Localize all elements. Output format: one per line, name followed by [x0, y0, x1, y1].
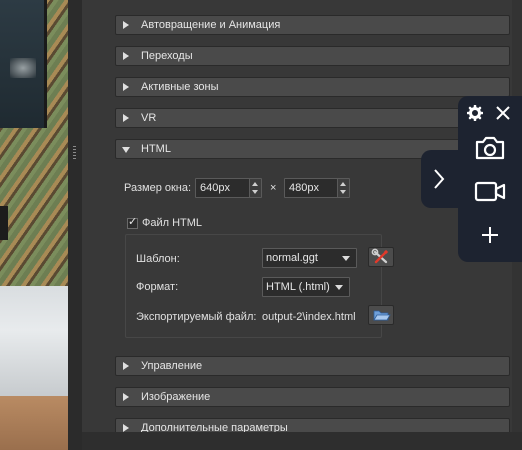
- gear-icon[interactable]: [467, 105, 483, 121]
- browse-export-file-button[interactable]: [368, 305, 394, 325]
- section-hotspots[interactable]: Активные зоны: [115, 77, 510, 97]
- template-value: normal.ggt: [266, 252, 318, 264]
- width-spin-buttons[interactable]: [249, 179, 261, 197]
- checkmark-icon: ✓: [128, 215, 138, 228]
- section-title: Переходы: [141, 50, 193, 62]
- section-title: HTML: [141, 143, 171, 155]
- spin-down-icon[interactable]: [340, 190, 346, 194]
- section-control[interactable]: Управление: [115, 356, 510, 376]
- camera-icon[interactable]: [474, 135, 506, 161]
- html-file-label: Файл HTML: [142, 217, 203, 229]
- section-transitions[interactable]: Переходы: [115, 46, 510, 66]
- video-camera-icon[interactable]: [474, 179, 506, 203]
- settings-scroll-area: Автовращение и Анимация Переходы Активны…: [106, 0, 510, 432]
- plus-icon[interactable]: [481, 226, 499, 244]
- format-select[interactable]: HTML (.html): [262, 277, 350, 297]
- preview-shelf: [0, 206, 8, 240]
- expand-arrow-icon: [123, 21, 129, 29]
- toolbar-collapse-tab[interactable]: [421, 150, 463, 208]
- window-width-spinbox[interactable]: 640px: [195, 178, 262, 198]
- expand-arrow-icon: [123, 424, 129, 432]
- section-title: VR: [141, 112, 157, 124]
- template-label: Шаблон:: [136, 253, 180, 265]
- section-title: Активные зоны: [141, 81, 219, 93]
- section-image[interactable]: Изображение: [115, 387, 510, 407]
- splitter-grip-icon[interactable]: [73, 146, 76, 160]
- capture-toolbar: [458, 96, 522, 262]
- wrench-screwdriver-icon: [371, 248, 389, 264]
- spin-up-icon[interactable]: [252, 182, 258, 186]
- section-vr[interactable]: VR: [115, 108, 510, 128]
- export-file-value: output-2\index.html: [262, 311, 356, 323]
- expand-arrow-icon: [123, 83, 129, 91]
- export-file-label: Экспортируемый файл:: [136, 311, 257, 323]
- spin-up-icon[interactable]: [340, 182, 346, 186]
- window-height-value: 480px: [289, 182, 319, 194]
- section-title: Автовращение и Анимация: [141, 19, 281, 31]
- section-title: Изображение: [141, 391, 211, 403]
- collapse-arrow-icon: [122, 147, 130, 153]
- preview-tv: [0, 0, 47, 128]
- section-advanced[interactable]: Дополнительные параметры: [115, 418, 510, 432]
- preview-floor: [0, 396, 68, 450]
- section-title: Дополнительные параметры: [141, 422, 288, 432]
- format-label: Формат:: [136, 281, 179, 293]
- section-title: Управление: [141, 360, 203, 372]
- horizontal-scrollbar[interactable]: [82, 432, 522, 450]
- format-value: HTML (.html): [266, 281, 330, 293]
- template-select[interactable]: normal.ggt: [262, 248, 357, 268]
- chevron-right-icon[interactable]: [432, 168, 446, 190]
- height-spin-buttons[interactable]: [337, 179, 349, 197]
- window-width-value: 640px: [200, 182, 230, 194]
- expand-arrow-icon: [123, 362, 129, 370]
- expand-arrow-icon: [123, 114, 129, 122]
- html-file-checkbox[interactable]: ✓: [127, 215, 138, 229]
- section-autorotation[interactable]: Автовращение и Анимация: [115, 15, 510, 35]
- chevron-down-icon: [342, 256, 350, 261]
- expand-arrow-icon: [123, 52, 129, 60]
- window-height-spinbox[interactable]: 480px: [284, 178, 350, 198]
- settings-panel: Автовращение и Анимация Переходы Активны…: [82, 0, 522, 450]
- html-file-options-group: Шаблон: normal.ggt Формат: HTML (.html) …: [125, 234, 382, 338]
- preview-tv-light: [10, 58, 36, 78]
- panel-splitter[interactable]: [68, 0, 82, 450]
- edit-template-button[interactable]: [368, 247, 394, 267]
- open-folder-icon: [373, 310, 391, 321]
- expand-arrow-icon: [123, 393, 129, 401]
- close-icon[interactable]: [495, 105, 511, 121]
- window-size-label: Размер окна:: [124, 182, 192, 194]
- preview-white-wall: [0, 286, 68, 396]
- panorama-preview[interactable]: [0, 0, 68, 450]
- spin-down-icon[interactable]: [252, 190, 258, 194]
- times-sign: ×: [270, 182, 277, 194]
- chevron-down-icon: [335, 285, 343, 290]
